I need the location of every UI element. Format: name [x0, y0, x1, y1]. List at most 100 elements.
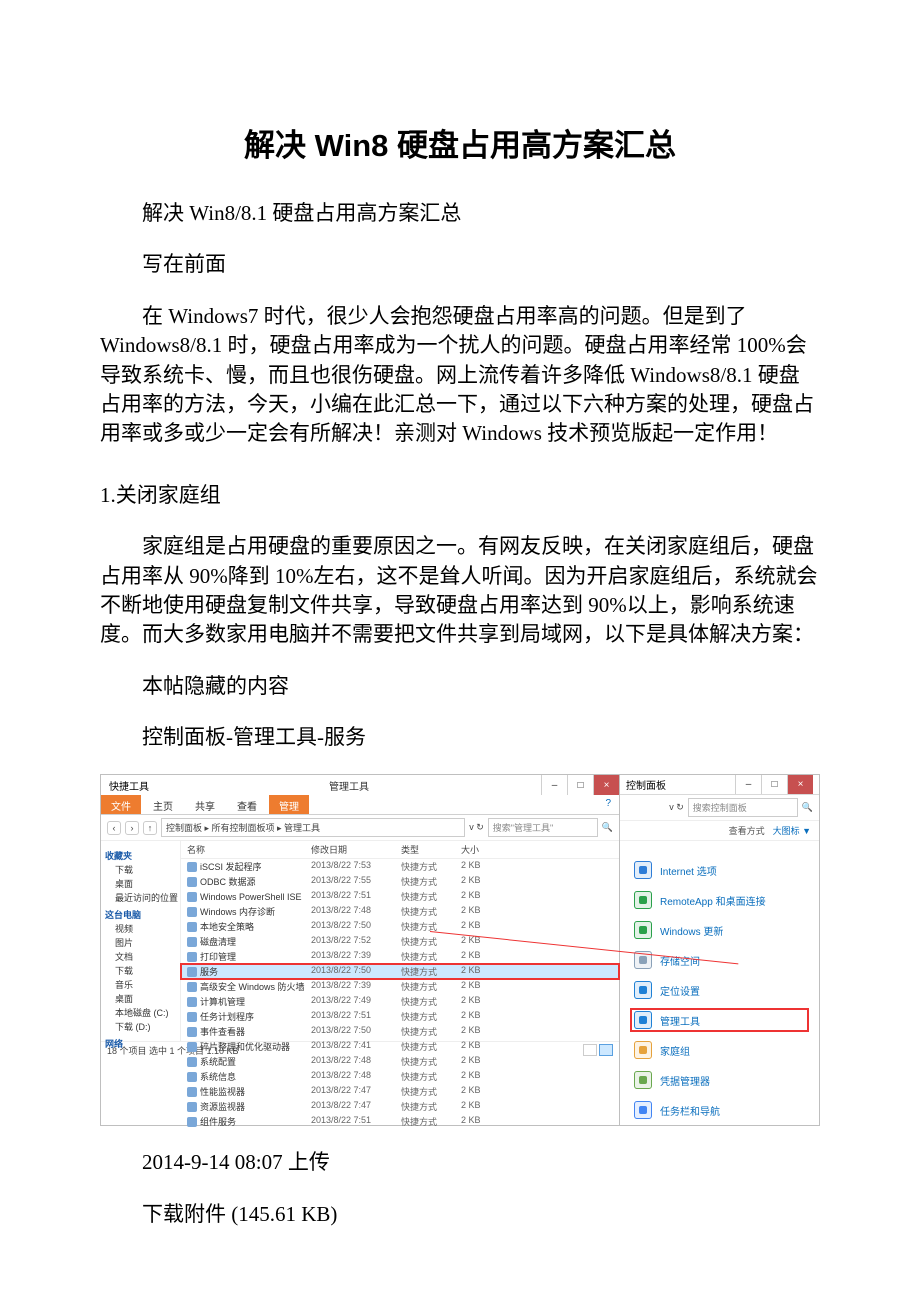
nav-item[interactable]: 桌面 — [115, 992, 178, 1005]
nav-item[interactable]: 文档 — [115, 950, 178, 963]
ribbon-tab[interactable]: 共享 — [185, 795, 225, 814]
nav-back-button[interactable]: ‹ — [107, 821, 121, 835]
table-row[interactable]: 本地安全策略2013/8/22 7:50快捷方式2 KB — [181, 919, 619, 934]
refresh-icon[interactable]: v ↻ — [469, 822, 484, 833]
breadcrumb[interactable]: 控制面板 ▸ 所有控制面板项 ▸ 管理工具 — [161, 818, 465, 837]
table-row[interactable]: 磁盘清理2013/8/22 7:52快捷方式2 KB — [181, 934, 619, 949]
row-type: 快捷方式 — [401, 905, 461, 918]
table-row[interactable]: 打印管理2013/8/22 7:39快捷方式2 KB — [181, 949, 619, 964]
col-name[interactable]: 名称 — [181, 843, 311, 856]
file-icon — [187, 982, 197, 992]
table-row[interactable]: Windows 内存诊断2013/8/22 7:48快捷方式2 KB — [181, 904, 619, 919]
table-row[interactable]: 事件查看器2013/8/22 7:50快捷方式2 KB — [181, 1024, 619, 1039]
nav-up-button[interactable]: ↑ — [143, 821, 157, 835]
nav-item[interactable]: 桌面 — [115, 877, 178, 890]
close-button[interactable]: × — [593, 775, 619, 795]
cp-link-item[interactable]: 凭据管理器 — [634, 1071, 805, 1089]
nav-item[interactable]: 音乐 — [115, 978, 178, 991]
row-size: 2 KB — [461, 920, 501, 933]
control-panel-window: 控制面板 – □ × v ↻ 搜索控制面板 🔍 查看方式 大图标 ▼ Inter… — [620, 774, 820, 1126]
preface-label: 写在前面 — [100, 250, 820, 279]
cp-link-item[interactable]: 定位设置 — [634, 981, 805, 999]
nav-item[interactable]: 图片 — [115, 936, 178, 949]
ribbon-tab[interactable]: 查看 — [227, 795, 267, 814]
nav-group-thispc[interactable]: 这台电脑 — [105, 908, 178, 921]
close-button[interactable]: × — [787, 775, 813, 794]
row-size: 2 KB — [461, 1100, 501, 1113]
table-row[interactable]: Windows PowerShell ISE2013/8/22 7:51快捷方式… — [181, 889, 619, 904]
cp-link-label: 管理工具 — [660, 1013, 700, 1028]
row-type: 快捷方式 — [401, 890, 461, 903]
search-input[interactable]: 搜索"管理工具" — [488, 818, 598, 837]
nav-forward-button[interactable]: › — [125, 821, 139, 835]
file-icon — [187, 952, 197, 962]
row-name: 磁盘清理 — [200, 935, 236, 948]
col-size[interactable]: 大小 — [461, 843, 501, 856]
nav-item[interactable]: 下载 — [115, 863, 178, 876]
path-text: 控制面板-管理工具-服务 — [100, 723, 820, 752]
view-mode-dropdown[interactable]: 大图标 ▼ — [773, 824, 811, 837]
nav-item[interactable]: 最近访问的位置 — [115, 891, 178, 904]
row-name: iSCSI 发起程序 — [200, 860, 262, 873]
minimize-button[interactable]: – — [541, 775, 567, 795]
row-size: 2 KB — [461, 980, 501, 993]
row-date: 2013/8/22 7:39 — [311, 980, 401, 993]
hidden-label: 本帖隐藏的内容 — [100, 672, 820, 701]
cp-link-item[interactable]: Internet 选项 — [634, 861, 805, 879]
ribbon-tab[interactable]: 主页 — [143, 795, 183, 814]
row-type: 快捷方式 — [401, 860, 461, 873]
table-row[interactable]: 系统信息2013/8/22 7:48快捷方式2 KB — [181, 1069, 619, 1084]
row-size: 2 KB — [461, 1085, 501, 1098]
cp-link-item[interactable]: 任务栏和导航 — [634, 1101, 805, 1119]
row-date: 2013/8/22 7:48 — [311, 1070, 401, 1083]
row-size: 2 KB — [461, 1070, 501, 1083]
table-row[interactable]: 系统配置2013/8/22 7:48快捷方式2 KB — [181, 1054, 619, 1069]
table-row[interactable]: 组件服务2013/8/22 7:51快捷方式2 KB — [181, 1114, 619, 1129]
search-icon[interactable]: 🔍 — [602, 822, 613, 833]
refresh-icon[interactable]: v ↻ — [669, 802, 684, 813]
cp-link-item[interactable]: 家庭组 — [634, 1041, 805, 1059]
window-buttons: – □ × — [541, 775, 619, 795]
nav-item[interactable]: 视频 — [115, 922, 178, 935]
cp-link-item[interactable]: 管理工具 — [630, 1008, 809, 1032]
help-icon[interactable]: ? — [597, 795, 619, 814]
cp-search-input[interactable]: 搜索控制面板 — [688, 798, 798, 817]
cp-link-icon — [634, 921, 652, 939]
cp-link-label: 家庭组 — [660, 1043, 690, 1058]
row-size: 2 KB — [461, 875, 501, 888]
cp-link-item[interactable]: RemoteApp 和桌面连接 — [634, 891, 805, 909]
row-date: 2013/8/22 7:51 — [311, 1010, 401, 1023]
row-name: 性能监视器 — [200, 1085, 245, 1098]
cp-link-label: RemoteApp 和桌面连接 — [660, 893, 766, 908]
cp-link-item[interactable]: Windows 更新 — [634, 921, 805, 939]
row-date: 2013/8/22 7:39 — [311, 950, 401, 963]
col-type[interactable]: 类型 — [401, 843, 461, 856]
col-date[interactable]: 修改日期 — [311, 843, 401, 856]
table-row[interactable]: 任务计划程序2013/8/22 7:51快捷方式2 KB — [181, 1009, 619, 1024]
row-date: 2013/8/22 7:52 — [311, 935, 401, 948]
upload-timestamp: 2014-9-14 08:07 上传 — [100, 1148, 820, 1177]
table-row[interactable]: iSCSI 发起程序2013/8/22 7:53快捷方式2 KB — [181, 859, 619, 874]
nav-item[interactable]: 下载 — [115, 964, 178, 977]
table-row[interactable]: 资源监视器2013/8/22 7:47快捷方式2 KB — [181, 1099, 619, 1114]
row-name: 本地安全策略 — [200, 920, 254, 933]
nav-item[interactable]: 下载 (D:) — [115, 1020, 178, 1033]
table-row[interactable]: ODBC 数据源2013/8/22 7:55快捷方式2 KB — [181, 874, 619, 889]
ribbon-tab[interactable]: 管理 — [269, 795, 309, 814]
search-icon[interactable]: 🔍 — [802, 802, 813, 813]
file-icon — [187, 892, 197, 902]
cp-link-icon — [634, 1101, 652, 1119]
ribbon-file-tab[interactable]: 文件 — [101, 795, 141, 814]
row-name: 组件服务 — [200, 1115, 236, 1128]
table-row[interactable]: 碎片整理和优化驱动器2013/8/22 7:41快捷方式2 KB — [181, 1039, 619, 1054]
table-row[interactable]: 计算机管理2013/8/22 7:49快捷方式2 KB — [181, 994, 619, 1009]
table-row[interactable]: 服务2013/8/22 7:50快捷方式2 KB — [181, 964, 619, 979]
maximize-button[interactable]: □ — [567, 775, 593, 795]
table-row[interactable]: 高级安全 Windows 防火墙2013/8/22 7:39快捷方式2 KB — [181, 979, 619, 994]
download-attachment-link[interactable]: 下载附件 (145.61 KB) — [100, 1200, 820, 1229]
table-row[interactable]: 性能监视器2013/8/22 7:47快捷方式2 KB — [181, 1084, 619, 1099]
nav-group-favorites[interactable]: 收藏夹 — [105, 849, 178, 862]
nav-item[interactable]: 本地磁盘 (C:) — [115, 1006, 178, 1019]
maximize-button[interactable]: □ — [761, 775, 787, 794]
minimize-button[interactable]: – — [735, 775, 761, 794]
